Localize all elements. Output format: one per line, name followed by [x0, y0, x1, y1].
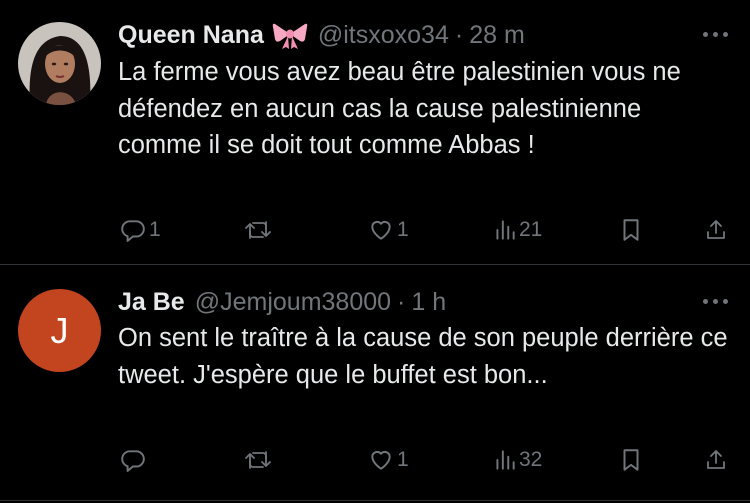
views-icon — [496, 450, 515, 470]
retweet-button[interactable] — [244, 217, 275, 243]
action-bar: 1 1 21 — [0, 215, 750, 245]
avatar[interactable] — [18, 22, 101, 105]
bookmark-icon — [623, 219, 639, 241]
tweet-1[interactable]: Queen Nana @itsxoxo34 · 28 m La ferme vo… — [0, 0, 750, 264]
bookmark-button[interactable] — [620, 217, 642, 243]
timestamp[interactable]: 28 m — [469, 21, 525, 50]
user-handle[interactable]: @Jemjoum38000 — [195, 288, 391, 317]
avatar[interactable]: J — [18, 289, 101, 372]
like-count: 1 — [397, 448, 409, 471]
more-options-icon[interactable] — [703, 32, 728, 37]
view-count: 32 — [519, 448, 543, 471]
views-button[interactable]: 21 — [494, 217, 542, 243]
view-count: 21 — [519, 218, 543, 241]
reply-button[interactable]: 1 — [120, 217, 161, 243]
share-button[interactable] — [704, 217, 728, 243]
views-icon — [496, 220, 515, 240]
bookmark-icon — [623, 449, 639, 471]
reply-button[interactable] — [120, 447, 149, 473]
views-button[interactable]: 32 — [494, 447, 542, 473]
reply-count: 1 — [149, 218, 161, 241]
separator-dot: · — [397, 287, 406, 316]
heart-icon — [371, 220, 391, 240]
bookmark-button[interactable] — [620, 447, 642, 473]
tweet-text: La ferme vous avez beau être palestinien… — [118, 58, 681, 159]
retweet-icon — [245, 221, 271, 239]
heart-icon — [371, 450, 391, 470]
tweet-header: Queen Nana @itsxoxo34 · 28 m — [118, 18, 525, 52]
display-name[interactable]: Ja Be — [118, 288, 185, 317]
tweet-2[interactable]: J Ja Be @Jemjoum38000 · 1 h On sent le t… — [0, 265, 750, 503]
retweet-button[interactable] — [244, 447, 275, 473]
display-name[interactable]: Queen Nana — [118, 21, 264, 50]
user-handle[interactable]: @itsxoxo34 — [318, 21, 449, 50]
share-button[interactable] — [704, 447, 728, 473]
like-button[interactable]: 1 — [368, 447, 409, 473]
tweet-divider — [0, 500, 750, 501]
reply-icon — [121, 450, 145, 472]
like-count: 1 — [397, 218, 409, 241]
reply-icon — [121, 220, 145, 242]
tweet-text: On sent le traître à la cause de son peu… — [118, 324, 728, 389]
timestamp[interactable]: 1 h — [411, 288, 446, 317]
action-bar: 1 32 — [0, 445, 750, 475]
more-options-icon[interactable] — [703, 299, 728, 304]
share-icon — [707, 450, 725, 469]
retweet-icon — [245, 451, 271, 469]
share-icon — [707, 220, 725, 239]
tweet-header: Ja Be @Jemjoum38000 · 1 h — [118, 285, 446, 319]
like-button[interactable]: 1 — [368, 217, 409, 243]
separator-dot: · — [454, 20, 464, 49]
ribbon-emoji-icon — [272, 20, 308, 50]
